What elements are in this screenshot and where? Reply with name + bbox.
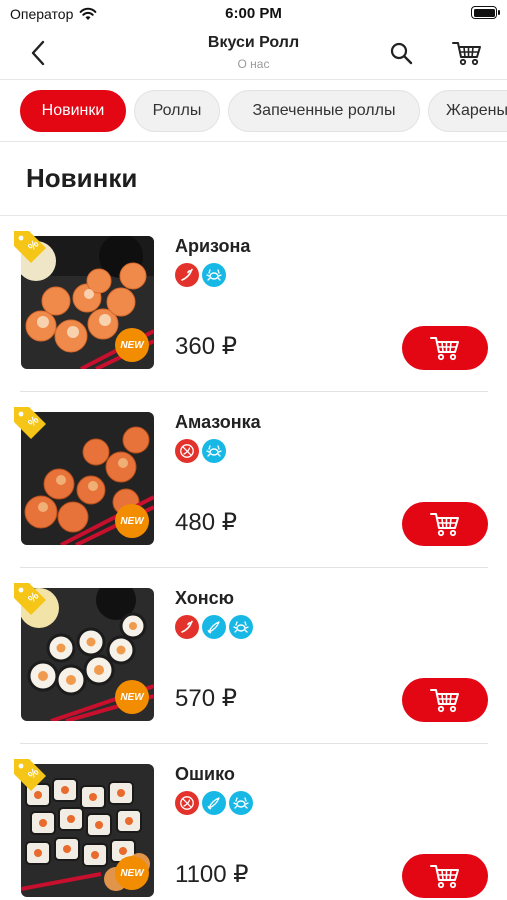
tab-rolls[interactable]: Роллы [134, 90, 220, 132]
product-card: % NEW Хонсю 570 ₽ [0, 568, 507, 744]
product-card: % NEW Аризона 360 ₽ [0, 216, 507, 392]
not-spicy-icon [175, 439, 199, 463]
product-price: 570 ₽ [175, 685, 237, 712]
tab-fried[interactable]: Жарены [428, 90, 507, 132]
product-name[interactable]: Амазонка [175, 412, 261, 433]
clock: 6:00 PM [225, 5, 282, 22]
battery-icon [471, 6, 500, 19]
add-to-cart-button[interactable] [402, 678, 488, 722]
add-to-cart-button[interactable] [402, 854, 488, 898]
search-button[interactable] [386, 38, 416, 68]
product-tags [175, 791, 253, 815]
cart-icon [430, 865, 459, 889]
new-badge: NEW [115, 328, 149, 362]
not-spicy-icon [175, 791, 199, 815]
sale-icon: % [14, 231, 46, 263]
product-price: 1100 ₽ [175, 861, 249, 888]
tab-new[interactable]: Новинки [20, 90, 126, 132]
about-link[interactable]: О нас [0, 57, 507, 71]
product-name[interactable]: Хонсю [175, 588, 234, 609]
crab-icon [229, 615, 253, 639]
crab-icon [229, 791, 253, 815]
fish-icon [202, 615, 226, 639]
sale-icon: % [14, 583, 46, 615]
section-title: Новинки [26, 163, 138, 193]
product-tags [175, 615, 253, 639]
spicy-icon [175, 615, 199, 639]
sale-icon: % [14, 407, 46, 439]
navigation-bar: Вкуси Ролл О нас [0, 28, 507, 80]
crab-icon [202, 263, 226, 287]
sale-icon: % [14, 759, 46, 791]
spicy-icon [175, 263, 199, 287]
status-bar: Оператор 6:00 PM [0, 0, 507, 28]
category-tabs: Новинки Роллы Запеченные роллы Жарены [0, 80, 507, 142]
cart-icon [452, 42, 481, 66]
add-to-cart-button[interactable] [402, 502, 488, 546]
fish-icon [202, 791, 226, 815]
product-tags [175, 439, 226, 463]
tab-baked-rolls[interactable]: Запеченные роллы [228, 90, 420, 132]
cart-icon [430, 337, 459, 361]
new-badge: NEW [115, 504, 149, 538]
crab-icon [202, 439, 226, 463]
new-badge: NEW [115, 680, 149, 714]
new-badge: NEW [115, 856, 149, 890]
product-name[interactable]: Ошико [175, 764, 235, 785]
page-title: Вкуси Ролл [207, 34, 300, 51]
product-price: 360 ₽ [175, 333, 237, 360]
product-price: 480 ₽ [175, 509, 237, 536]
add-to-cart-button[interactable] [402, 326, 488, 370]
product-card: % NEW Ошико 1100 ₽ [0, 744, 507, 900]
product-tags [175, 263, 226, 287]
product-name[interactable]: Аризона [175, 236, 250, 257]
product-card: % NEW Амазонка 480 ₽ [0, 392, 507, 568]
cart-icon [430, 513, 459, 537]
search-icon [390, 42, 413, 65]
cart-button[interactable] [450, 36, 484, 70]
cart-icon [430, 689, 459, 713]
